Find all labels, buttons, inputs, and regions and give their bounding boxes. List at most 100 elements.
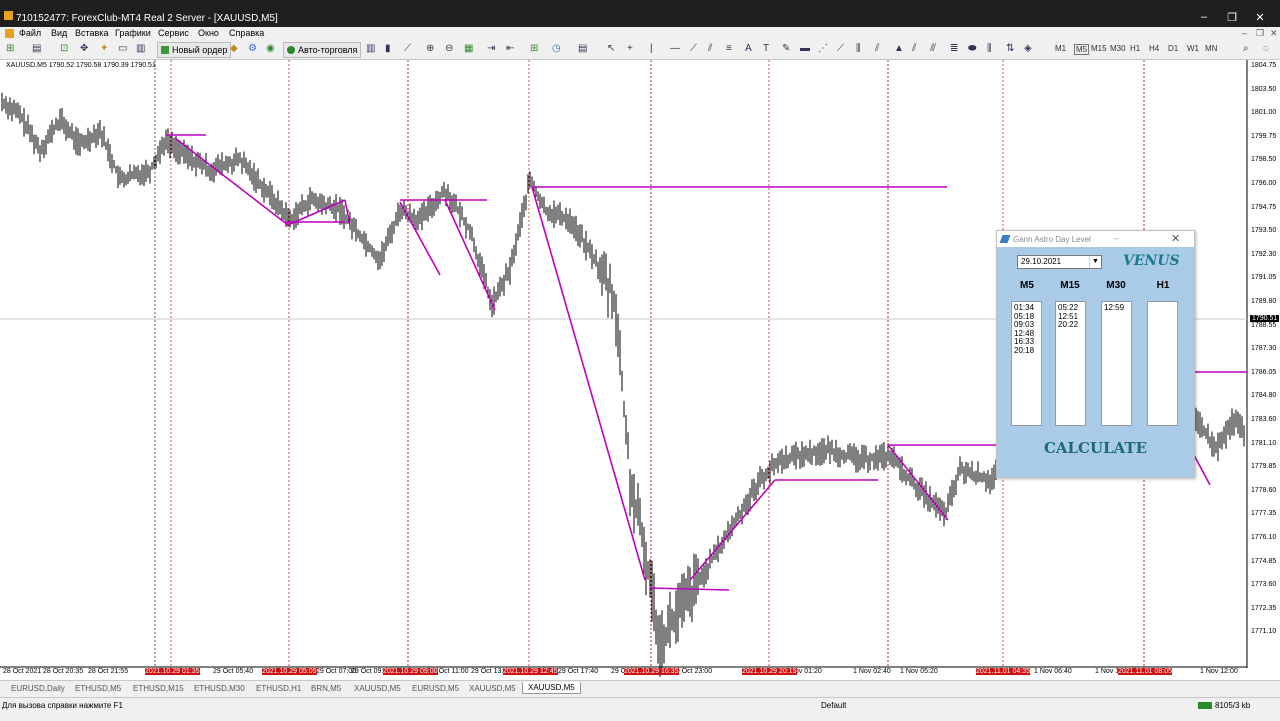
signals-icon[interactable]: ⚙: [248, 42, 257, 56]
list-item[interactable]: 20:18: [1014, 346, 1041, 356]
tab-eurusd-daily[interactable]: EURUSD,Daily: [6, 683, 70, 694]
horizontal-line-icon[interactable]: —: [670, 42, 680, 56]
times-list-h1[interactable]: [1147, 301, 1178, 426]
panel-title-bar[interactable]: Gann Astro Day Level – ✕: [997, 231, 1194, 247]
tab-ethusd-m30[interactable]: ETHUSD,M30: [189, 683, 250, 694]
data-window-icon[interactable]: ✦: [100, 42, 108, 56]
tf-d1[interactable]: D1: [1168, 44, 1178, 53]
navigator-icon[interactable]: ✥: [80, 42, 88, 56]
calculate-button[interactable]: CALCULATE: [997, 439, 1194, 457]
list-item[interactable]: 12:59: [1104, 303, 1131, 313]
new-order-button[interactable]: Новый ордер: [157, 42, 232, 58]
arrows-icon[interactable]: ⇅: [1006, 42, 1014, 56]
menu-file[interactable]: Файл: [19, 27, 41, 39]
fibonacci-icon[interactable]: ≡: [726, 42, 732, 56]
tf-mn[interactable]: MN: [1205, 44, 1217, 53]
price-tick-label: 1778.60: [1251, 486, 1277, 494]
times-list-m5[interactable]: 01:34 05:18 09:03 12:48 16:33 20:18: [1011, 301, 1042, 426]
vertical-line-icon[interactable]: |: [650, 42, 653, 56]
price-tick-label: 1777.35: [1251, 510, 1277, 518]
tab-ethusd-h1[interactable]: ETHUSD,H1: [251, 683, 306, 694]
shapes-icon[interactable]: ◈: [1024, 42, 1032, 56]
fibo-channel-icon[interactable]: ≣: [950, 42, 958, 56]
chevron-down-icon[interactable]: ▼: [1089, 256, 1101, 268]
menu-help[interactable]: Справка: [229, 27, 264, 39]
terminal-icon[interactable]: ▭: [118, 42, 127, 56]
auto-trading-button[interactable]: Авто-торговля: [283, 42, 362, 58]
crosshair-icon[interactable]: +: [627, 42, 633, 56]
tab-xauusd-m5-active[interactable]: XAUUSD,M5: [522, 682, 581, 694]
panel-title: Gann Astro Day Level: [1013, 235, 1091, 244]
gann-fan-icon[interactable]: ⋰: [818, 42, 828, 56]
tile-windows-icon[interactable]: ▦: [464, 42, 473, 56]
trendline-icon[interactable]: ⟋: [690, 42, 697, 56]
tf-m1[interactable]: M1: [1055, 44, 1066, 53]
autoscroll-icon[interactable]: ⇥: [487, 42, 495, 56]
tab-xauusd-m5-a[interactable]: XAUUSD,M5: [349, 683, 406, 694]
text-label-icon[interactable]: T: [763, 42, 769, 56]
candlesticks-icon[interactable]: ▮: [385, 42, 391, 56]
market-watch-icon[interactable]: ⊡: [60, 42, 68, 56]
gann-grid-icon[interactable]: ⫼: [856, 42, 861, 56]
tab-ethusd-m15[interactable]: ETHUSD,M15: [128, 683, 189, 694]
times-list-m30[interactable]: 12:59: [1101, 301, 1132, 426]
cycle-lines-icon[interactable]: ⫽: [912, 42, 916, 56]
panel-minimize-icon[interactable]: –: [1114, 233, 1119, 243]
times-list-m15[interactable]: 05:22 12:51 20:22: [1055, 301, 1086, 426]
search-icon[interactable]: ⌕: [1243, 42, 1249, 56]
chart-shift-icon[interactable]: ⇤: [506, 42, 514, 56]
tf-h4[interactable]: H4: [1149, 44, 1159, 53]
profiles-icon[interactable]: ▤: [32, 42, 41, 56]
cursor-icon[interactable]: ↖: [607, 42, 615, 56]
triangle-icon[interactable]: ▲: [894, 42, 904, 56]
price-tick-label: 1783.60: [1251, 416, 1277, 423]
new-chart-icon[interactable]: ⊞: [6, 42, 14, 56]
zoom-out-icon[interactable]: ⊖: [445, 42, 453, 56]
close-child-icon[interactable]: ✕: [1270, 27, 1278, 39]
menu-bar: Файл Вид Вставка Графики Сервис Окно Спр…: [0, 27, 1280, 39]
tf-m15[interactable]: M15: [1091, 44, 1107, 53]
restore-child-icon[interactable]: –: [1242, 27, 1247, 39]
close-icon[interactable]: ✕: [1253, 11, 1267, 24]
restore-child-window-icon[interactable]: ❐: [1256, 27, 1264, 39]
pitchfork-icon[interactable]: ⫽: [875, 42, 879, 56]
menu-charts[interactable]: Графики: [115, 27, 151, 39]
metaeditor-icon[interactable]: ◆: [230, 42, 238, 56]
ellipse-icon[interactable]: ⬬: [968, 42, 977, 56]
gann-line-icon[interactable]: ⟋: [837, 42, 844, 56]
price-tick-label: 1798.50: [1251, 156, 1277, 164]
minimize-icon[interactable]: –: [1197, 11, 1211, 23]
tab-xauusd-m5-b[interactable]: XAUUSD,M5: [464, 683, 521, 694]
menu-view[interactable]: Вид: [51, 27, 67, 39]
line-chart-icon[interactable]: ⟋: [404, 42, 411, 56]
text-icon[interactable]: A: [745, 42, 752, 56]
tab-ethusd-m5[interactable]: ETHUSD,M5: [70, 683, 126, 694]
bar-chart-icon[interactable]: ▥: [366, 42, 375, 56]
zoom-in-icon[interactable]: ⊕: [426, 42, 434, 56]
panel-close-icon[interactable]: ✕: [1171, 232, 1180, 245]
menu-insert[interactable]: Вставка: [75, 27, 108, 39]
tf-m30[interactable]: M30: [1110, 44, 1126, 53]
status-profile: Default: [821, 701, 847, 710]
tf-h1[interactable]: H1: [1130, 44, 1140, 53]
community-icon[interactable]: ◌: [1263, 42, 1269, 56]
list-item[interactable]: 20:22: [1058, 320, 1085, 330]
templates-icon[interactable]: ▤: [578, 42, 587, 56]
date-select[interactable]: 29.10.2021 ▼: [1017, 255, 1102, 269]
tab-brn-m5[interactable]: BRN,M5: [306, 683, 346, 694]
menu-window[interactable]: Окно: [198, 27, 219, 39]
menu-tools[interactable]: Сервис: [158, 27, 189, 39]
periods-icon[interactable]: ◷: [552, 42, 561, 56]
tf-w1[interactable]: W1: [1187, 44, 1199, 53]
rectangle-icon[interactable]: ▬: [800, 42, 810, 56]
tf-m5[interactable]: M5: [1074, 44, 1090, 55]
market-icon[interactable]: ◉: [266, 42, 275, 56]
indicators-icon[interactable]: ⊞: [530, 42, 538, 56]
fibo-time-icon[interactable]: ⫼: [987, 42, 992, 56]
pencil-icon[interactable]: ✎: [782, 42, 790, 56]
channel-icon[interactable]: ⫽: [708, 42, 712, 56]
tester-icon[interactable]: ▥: [136, 42, 145, 56]
tab-eurusd-m5[interactable]: EURUSD,M5: [407, 683, 464, 694]
fibo-fan-icon[interactable]: ⫻: [930, 42, 936, 56]
maximize-icon[interactable]: ❐: [1225, 11, 1239, 24]
